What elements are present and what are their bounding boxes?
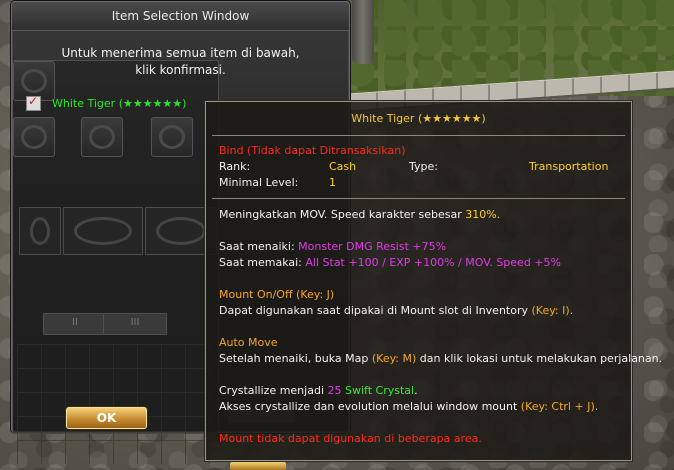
mount-key: (Key: I)	[531, 304, 570, 317]
hidden-button-edge	[230, 462, 286, 470]
window-title-bar[interactable]: Item Selection Window	[12, 2, 349, 31]
tooltip-divider	[212, 135, 625, 136]
tooltip-title: White Tiger (★★★★★★)	[351, 112, 486, 125]
auto-move-description: Setelah menaiki, buka Map (Key: M) dan k…	[219, 352, 663, 365]
rank-value: Cash	[329, 160, 357, 173]
window-title: Item Selection Window	[111, 9, 250, 23]
mount-window-key: (Key: Ctrl + J)	[520, 400, 595, 413]
speed-value: 310%.	[465, 208, 501, 221]
message-line: klik konfirmasi.	[135, 63, 226, 77]
background-inventory-window: II III	[12, 60, 219, 464]
rank-label: Rank:	[219, 160, 251, 173]
crystallize-info: Crystallize menjadi 25 Swift Crystal.	[219, 384, 418, 397]
ride-effect-value: Monster DMG Resist +75%	[298, 240, 447, 253]
inventory-tab: II	[43, 313, 107, 335]
type-label: Type:	[409, 160, 438, 173]
inventory-slot	[13, 117, 55, 157]
area-warning: Mount tidak dapat digunakan di beberapa …	[219, 432, 482, 445]
tree-trunk	[352, 0, 374, 64]
speed-description: Meningkatkan MOV. Speed karakter sebesar…	[219, 208, 501, 221]
inventory-slot	[151, 117, 193, 157]
type-value: Transportation	[529, 160, 609, 173]
inventory-tab: III	[103, 313, 167, 335]
min-level-value: 1	[329, 176, 336, 189]
checkmark-icon: ✓	[28, 94, 39, 108]
equipment-slot	[19, 207, 61, 255]
message-line: Untuk menerima semua item di bawah,	[61, 46, 300, 60]
equipment-slot	[63, 207, 143, 255]
auto-move-heading: Auto Move	[219, 336, 278, 349]
ride-effect: Saat menaiki: Monster DMG Resist +75%	[219, 240, 447, 253]
tooltip-divider	[212, 198, 625, 199]
crystal-name: Swift Crystal	[345, 384, 415, 397]
mount-description: Dapat digunakan saat dipakai di Mount sl…	[219, 304, 574, 317]
mount-heading: Mount On/Off (Key: J)	[219, 288, 335, 301]
item-tooltip: White Tiger (★★★★★★) Bind (Tidak dapat D…	[205, 101, 662, 461]
selectable-item-row[interactable]: ✓ White Tiger (★★★★★★)	[26, 94, 216, 113]
inventory-grid	[17, 344, 213, 464]
equip-effect-value: All Stat +100 / EXP +100% / MOV. Speed +…	[305, 256, 561, 269]
map-key: (Key: M)	[371, 352, 417, 365]
window-message: Untuk menerima semua item di bawah, klik…	[42, 45, 319, 79]
ok-button[interactable]: OK	[66, 407, 147, 429]
min-level-label: Minimal Level:	[219, 176, 299, 189]
crystal-count: 25	[327, 384, 342, 397]
inventory-slot	[81, 117, 123, 157]
crystallize-access: Akses crystallize dan evolution melalui …	[219, 400, 599, 413]
equip-effect: Saat memakai: All Stat +100 / EXP +100% …	[219, 256, 561, 269]
item-name[interactable]: White Tiger (★★★★★★)	[52, 97, 186, 110]
bind-status: Bind (Tidak dapat Ditransaksikan)	[219, 144, 406, 157]
item-checkbox[interactable]: ✓	[26, 94, 41, 111]
